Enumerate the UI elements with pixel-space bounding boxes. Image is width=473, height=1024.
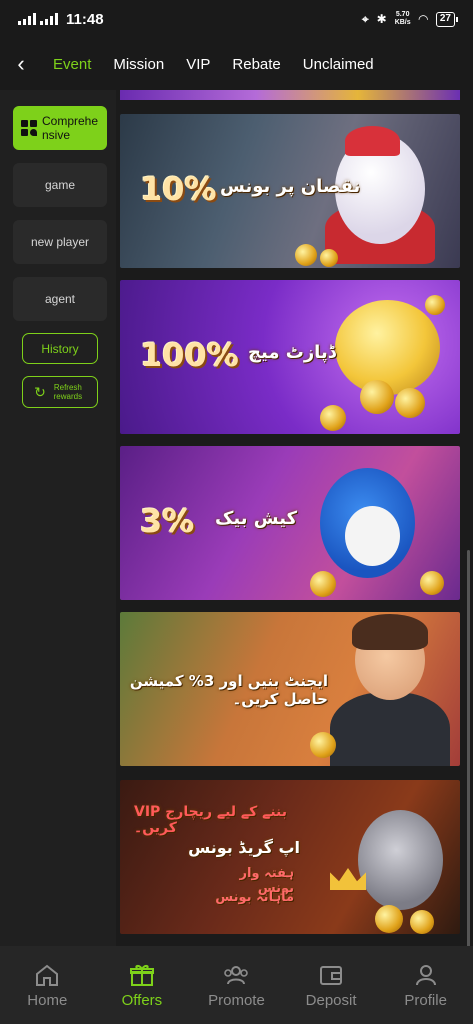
banner-percent: 3% xyxy=(140,502,195,540)
wifi-icon: ◠ xyxy=(418,12,428,26)
nav-profile[interactable]: Profile xyxy=(378,946,473,1024)
nav-deposit[interactable]: Deposit xyxy=(284,946,379,1024)
coin-icon xyxy=(295,244,317,266)
nav-home[interactable]: Home xyxy=(0,946,95,1024)
refresh-rewards-button[interactable]: ↻ Refresh rewards xyxy=(22,376,98,408)
nav-label: Profile xyxy=(404,991,447,1009)
history-button[interactable]: History xyxy=(22,333,98,364)
signal-icon xyxy=(18,13,36,25)
sidebar-item-game[interactable]: game xyxy=(13,163,107,207)
penguin-belly xyxy=(345,506,400,566)
nav-label: Offers xyxy=(121,991,163,1009)
sidebar: Comprehe nsive game new player agent His… xyxy=(0,90,116,946)
banner-loss-bonus[interactable]: 10% نقصان پر بونس xyxy=(120,114,460,268)
sidebar-item-label: Comprehe nsive xyxy=(42,114,99,142)
gift-icon xyxy=(128,962,156,988)
banner-percent: 100% xyxy=(140,336,239,374)
banner-percent: 10% xyxy=(140,170,217,208)
coin-icon xyxy=(420,571,444,595)
location-icon: ⌖ xyxy=(361,11,369,26)
nav-promote[interactable]: Promote xyxy=(189,946,284,1024)
home-icon xyxy=(33,962,61,988)
sidebar-item-agent[interactable]: agent xyxy=(13,277,107,321)
coin-icon xyxy=(410,910,434,934)
refresh-icon: ↻ xyxy=(34,383,46,400)
bluetooth-icon: ✱ xyxy=(376,12,387,26)
banner-title: کیش بیک xyxy=(215,508,298,529)
tab-vip[interactable]: VIP xyxy=(175,38,221,90)
coin-icon xyxy=(375,905,403,933)
nav-label: Promote xyxy=(208,991,265,1009)
signal-icon xyxy=(40,13,58,25)
nav-label: Deposit xyxy=(305,991,357,1009)
coin-icon xyxy=(320,249,338,267)
cap-illustration xyxy=(345,126,400,156)
status-bar: 11:48 ⌖ ✱ 5.70 KB/s ◠ 27 xyxy=(0,0,473,38)
banner-title: ایجنٹ بنیں اور 3% کمیشن حاصل کریں۔ xyxy=(129,672,328,708)
banner-line: اپ گریڈ بونس xyxy=(188,838,300,857)
wallet-icon xyxy=(317,962,345,988)
clock: 11:48 xyxy=(66,10,104,28)
tab-rebate[interactable]: Rebate xyxy=(221,38,291,90)
tab-unclaimed[interactable]: Unclaimed xyxy=(292,38,385,90)
banner-peek[interactable] xyxy=(120,90,460,100)
coin-icon xyxy=(395,388,425,418)
businessman-illustration xyxy=(330,692,450,766)
coin-icon xyxy=(320,405,346,431)
banner-line: ماہانہ بونس xyxy=(215,890,294,905)
event-list: 10% نقصان پر بونس 100% ڈپازٹ میچ 3% کیش … xyxy=(116,90,473,946)
coin-icon xyxy=(310,732,336,758)
chevron-left-icon: ‹ xyxy=(17,51,25,76)
battery-icon: 27 xyxy=(435,11,459,27)
banner-title: نقصان پر بونس xyxy=(220,176,361,197)
grid-icon xyxy=(21,120,37,136)
businessman-hair xyxy=(352,614,428,650)
banner-title: ڈپازٹ میچ xyxy=(248,342,336,363)
top-nav: ‹ Event Mission VIP Rebate Unclaimed xyxy=(0,38,473,90)
banner-line: VIP بننے کے لیے ریچارج کریں۔ xyxy=(134,804,288,836)
person-icon xyxy=(412,962,440,988)
scrollbar[interactable] xyxy=(467,550,470,946)
network-speed: 5.70 KB/s xyxy=(394,11,411,26)
sidebar-item-comprehensive[interactable]: Comprehe nsive xyxy=(13,106,107,150)
banner-vip-upgrade[interactable]: VIP بننے کے لیے ریچارج کریں۔ اپ گریڈ بون… xyxy=(120,780,460,934)
coin-icon xyxy=(360,380,394,414)
banner-agent-commission[interactable]: ایجنٹ بنیں اور 3% کمیشن حاصل کریں۔ xyxy=(120,612,460,766)
banner-deposit-match[interactable]: 100% ڈپازٹ میچ xyxy=(120,280,460,434)
bottom-nav: Home Offers Promote Deposit Profile xyxy=(0,946,473,1024)
coin-icon xyxy=(425,295,445,315)
sidebar-item-new-player[interactable]: new player xyxy=(13,220,107,264)
lemur-illustration xyxy=(358,810,443,910)
tab-mission[interactable]: Mission xyxy=(102,38,175,90)
banner-cashback[interactable]: 3% کیش بیک xyxy=(120,446,460,600)
tab-event[interactable]: Event xyxy=(42,38,102,90)
people-icon xyxy=(222,962,250,988)
nav-label: Home xyxy=(27,991,68,1009)
back-button[interactable]: ‹ xyxy=(0,38,42,90)
coin-icon xyxy=(310,571,336,597)
refresh-label: Refresh rewards xyxy=(53,383,83,401)
piggy-bank-illustration xyxy=(335,300,440,395)
nav-offers[interactable]: Offers xyxy=(95,946,190,1024)
